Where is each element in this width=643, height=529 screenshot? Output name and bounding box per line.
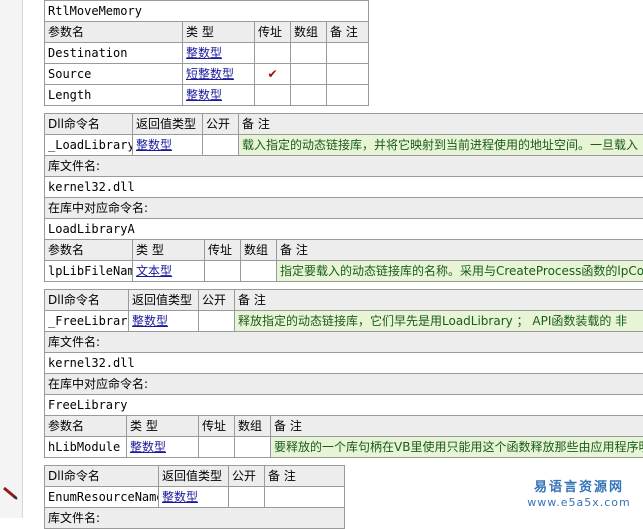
col-note: 备 注: [327, 22, 369, 43]
param-name-cell[interactable]: Source: [45, 64, 183, 85]
param-name-cell[interactable]: Length: [45, 85, 183, 106]
col-param-name: 参数名: [45, 240, 133, 261]
public-cell[interactable]: [229, 487, 265, 508]
col-param-name: 参数名: [45, 22, 183, 43]
public-cell[interactable]: [203, 135, 239, 156]
param-note-cell[interactable]: [327, 85, 369, 106]
entry-name-label: 在库中对应命令名:: [45, 374, 643, 395]
pencil-icon: [2, 486, 18, 500]
enumresourcenames-dll-table: Dll命令名 返回值类型 公开 备 注 EnumResourceNames 整数…: [44, 465, 345, 529]
col-type: 类 型: [127, 416, 199, 437]
table-row[interactable]: _FreeLibrary 整数型 释放指定的动态链接库，它们早先是用LoadLi…: [45, 311, 643, 332]
table-row[interactable]: hLibModule 整数型 要释放的一个库句柄在VB里使用只能用这个函数释放那…: [45, 437, 643, 458]
col-return-type: 返回值类型: [133, 114, 203, 135]
dll-command-name-cell[interactable]: _LoadLibrary: [45, 135, 133, 156]
freelibrary-dll-table: Dll命令名 返回值类型 公开 备 注 _FreeLibrary 整数型 释放指…: [44, 289, 643, 416]
param-name-cell[interactable]: lpLibFileName: [45, 261, 133, 282]
col-return-type: 返回值类型: [159, 466, 229, 487]
col-param-name: 参数名: [45, 416, 127, 437]
freelibrary-param-table: 参数名 类 型 传址 数组 备 注 hLibModule 整数型 要释放的一个库…: [44, 415, 643, 458]
table-row[interactable]: _LoadLibrary 整数型 载入指定的动态链接库，并将它映射到当前进程使用…: [45, 135, 643, 156]
param-byref-cell[interactable]: [205, 261, 241, 282]
col-note: 备 注: [271, 416, 643, 437]
entry-name-cell[interactable]: FreeLibrary: [45, 395, 643, 416]
lib-file-label: 库文件名:: [45, 156, 643, 177]
editor-gutter: [0, 0, 23, 518]
param-name-cell[interactable]: hLibModule: [45, 437, 127, 458]
col-byref: 传址: [255, 22, 291, 43]
return-type-link[interactable]: 整数型: [159, 487, 229, 508]
param-byref-cell[interactable]: [199, 437, 235, 458]
command-note-cell[interactable]: 释放指定的动态链接库，它们早先是用LoadLibrary ； API函数装载的 …: [235, 311, 643, 332]
param-byref-cell[interactable]: [255, 43, 291, 64]
dll-command-name-cell[interactable]: _FreeLibrary: [45, 311, 129, 332]
param-array-cell[interactable]: [291, 64, 327, 85]
command-note-cell[interactable]: 载入指定的动态链接库，并将它映射到当前进程使用的地址空间。一旦载入: [239, 135, 643, 156]
param-byref-checkmark[interactable]: ✔: [255, 64, 291, 85]
col-note: 备 注: [239, 114, 643, 135]
param-type-link[interactable]: 短整数型: [183, 64, 255, 85]
table-row[interactable]: Destination 整数型: [45, 43, 369, 64]
param-note-cell[interactable]: [327, 64, 369, 85]
watermark-title: 易语言资源网: [520, 480, 638, 496]
col-byref: 传址: [199, 416, 235, 437]
col-note: 备 注: [235, 290, 643, 311]
col-type: 类 型: [133, 240, 205, 261]
col-note: 备 注: [265, 466, 345, 487]
col-dll-name: Dll命令名: [45, 114, 133, 135]
param-byref-cell[interactable]: [255, 85, 291, 106]
entry-name-label: 在库中对应命令名:: [45, 198, 643, 219]
entry-name-cell[interactable]: LoadLibraryA: [45, 219, 643, 240]
col-public: 公开: [229, 466, 265, 487]
lib-file-cell[interactable]: kernel32.dll: [45, 353, 643, 374]
param-type-link[interactable]: 整数型: [183, 43, 255, 64]
public-cell[interactable]: [199, 311, 235, 332]
command-name-cell[interactable]: RtlMoveMemory: [45, 1, 369, 22]
col-note: 备 注: [277, 240, 643, 261]
param-array-cell[interactable]: [291, 43, 327, 64]
command-note-cell[interactable]: [265, 487, 345, 508]
col-array: 数组: [291, 22, 327, 43]
param-type-link[interactable]: 整数型: [127, 437, 199, 458]
col-dll-name: Dll命令名: [45, 290, 129, 311]
table-row[interactable]: lpLibFileName 文本型 指定要载入的动态链接库的名称。采用与Crea…: [45, 261, 643, 282]
col-type: 类 型: [183, 22, 255, 43]
lib-file-label: 库文件名:: [45, 508, 345, 529]
dll-command-name-cell[interactable]: EnumResourceNames: [45, 487, 159, 508]
col-dll-name: Dll命令名: [45, 466, 159, 487]
table-row[interactable]: Source 短整数型 ✔: [45, 64, 369, 85]
col-public: 公开: [203, 114, 239, 135]
param-note-cell[interactable]: 指定要载入的动态链接库的名称。采用与CreateProcess函数的lpCom: [277, 261, 643, 282]
rtlmovememory-table: RtlMoveMemory 参数名 类 型 传址 数组 备 注 Destinat…: [44, 0, 369, 106]
col-return-type: 返回值类型: [129, 290, 199, 311]
loadlibrary-param-table: 参数名 类 型 传址 数组 备 注 lpLibFileName 文本型 指定要载…: [44, 239, 643, 282]
col-array: 数组: [235, 416, 271, 437]
param-type-link[interactable]: 文本型: [133, 261, 205, 282]
table-row[interactable]: EnumResourceNames 整数型: [45, 487, 345, 508]
return-type-link[interactable]: 整数型: [129, 311, 199, 332]
param-array-cell[interactable]: [235, 437, 271, 458]
param-array-cell[interactable]: [241, 261, 277, 282]
return-type-link[interactable]: 整数型: [133, 135, 203, 156]
loadlibrary-dll-table: Dll命令名 返回值类型 公开 备 注 _LoadLibrary 整数型 载入指…: [44, 113, 643, 240]
watermark-url: www.e5a5x.com: [520, 496, 638, 510]
col-array: 数组: [241, 240, 277, 261]
col-byref: 传址: [205, 240, 241, 261]
param-array-cell[interactable]: [291, 85, 327, 106]
site-watermark: 易语言资源网 www.e5a5x.com: [520, 480, 638, 510]
lib-file-label: 库文件名:: [45, 332, 643, 353]
param-note-cell[interactable]: [327, 43, 369, 64]
param-note-cell[interactable]: 要释放的一个库句柄在VB里使用只能用这个函数释放那些由应用程序明: [271, 437, 643, 458]
table-row[interactable]: Length 整数型: [45, 85, 369, 106]
param-name-cell[interactable]: Destination: [45, 43, 183, 64]
col-public: 公开: [199, 290, 235, 311]
lib-file-cell[interactable]: kernel32.dll: [45, 177, 643, 198]
param-type-link[interactable]: 整数型: [183, 85, 255, 106]
